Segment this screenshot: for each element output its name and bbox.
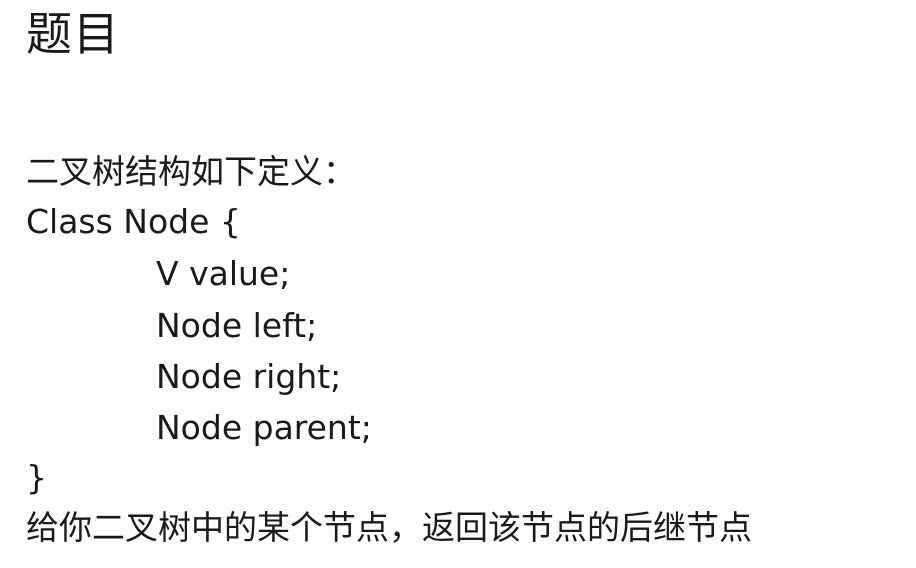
page-title: 题目: [26, 7, 120, 61]
code-field-parent: Node parent;: [156, 408, 372, 447]
intro-text: 二叉树结构如下定义：: [26, 152, 356, 191]
code-field-right: Node right;: [156, 357, 342, 396]
code-class-line: Class Node {: [26, 202, 241, 241]
question-text: 给你二叉树中的某个节点，返回该节点的后继节点: [26, 508, 752, 547]
code-field-left: Node left;: [156, 306, 318, 345]
slide: 题目 二叉树结构如下定义： Class Node { V value; Node…: [0, 0, 916, 568]
code-field-value: V value;: [156, 254, 291, 293]
code-close-brace: }: [26, 458, 47, 497]
